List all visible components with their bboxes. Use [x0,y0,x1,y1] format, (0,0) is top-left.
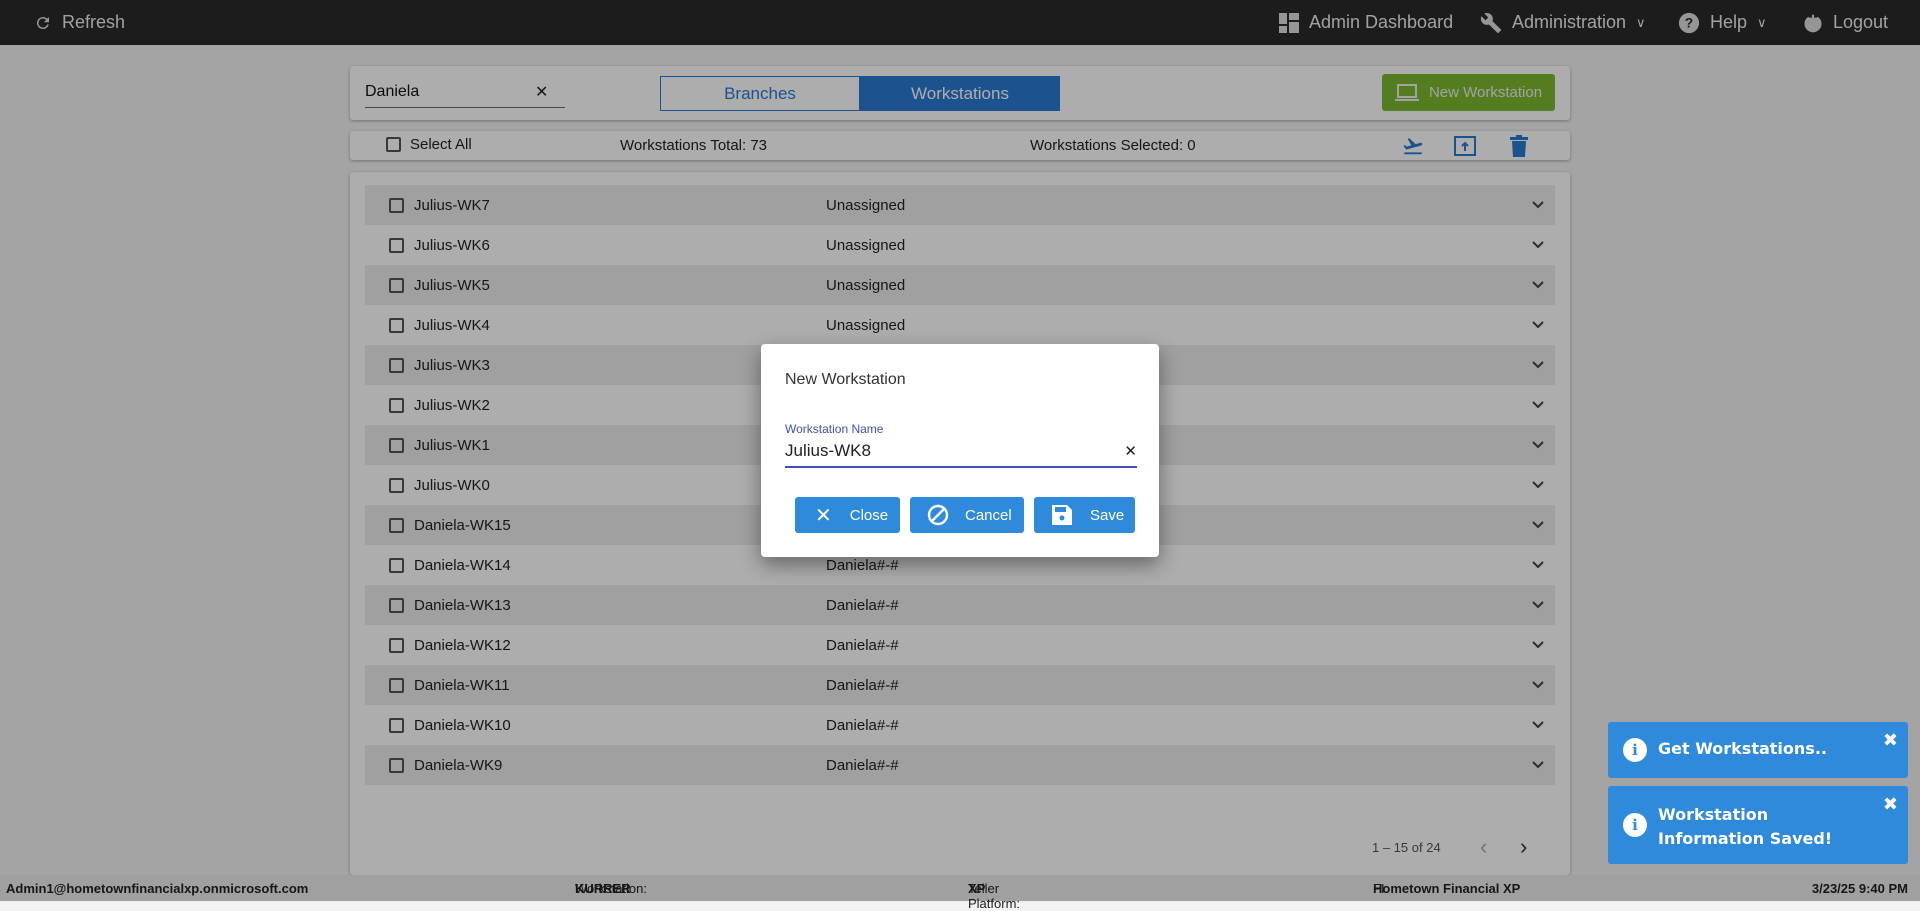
workstation-name-label: Workstation Name [785,422,884,436]
info-icon: i [1623,813,1647,837]
workstation-name-field[interactable]: ✕ [785,436,1137,468]
toast-close-icon[interactable]: ✖ [1883,730,1898,751]
close-button[interactable]: ✕ Close [795,497,900,533]
close-label: Close [849,506,889,524]
dialog-title: New Workstation [785,371,906,388]
toast-get-workstations: i Get Workstations.. ✖ [1608,722,1908,778]
toast-saved: i Workstation Information Saved! ✖ [1608,786,1908,864]
save-button[interactable]: Save [1034,497,1135,533]
save-icon [1052,505,1072,525]
info-icon: i [1623,738,1647,762]
save-label: Save [1090,506,1125,524]
new-workstation-dialog: New Workstation Workstation Name ✕ ✕ Clos… [761,344,1159,557]
cancel-button[interactable]: Cancel [910,497,1024,533]
toast-message: Get Workstations.. [1658,739,1827,758]
toast-message: Workstation Information Saved! [1658,805,1833,848]
cancel-label: Cancel [965,506,1012,524]
close-icon: ✕ [815,504,832,527]
clear-field-icon[interactable]: ✕ [1124,442,1137,460]
toast-close-icon[interactable]: ✖ [1883,794,1898,815]
cancel-icon [927,504,949,526]
workstation-name-input[interactable] [785,441,1105,461]
